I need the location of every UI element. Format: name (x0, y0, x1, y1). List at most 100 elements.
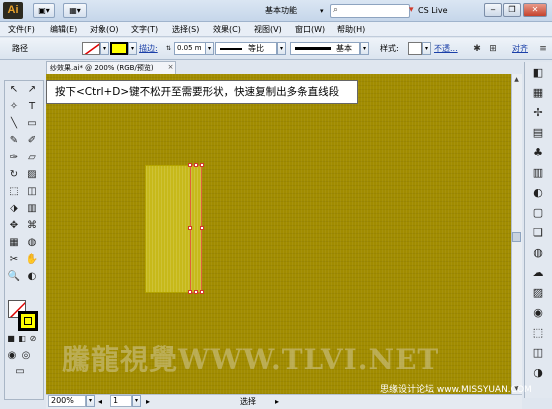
zoom-dropdown[interactable]: ▾ (86, 395, 95, 407)
type-tool-icon[interactable]: T (24, 99, 40, 115)
prev-artboard-icon[interactable]: ◂ (98, 395, 102, 408)
fill-dropdown[interactable]: ▾ (100, 42, 109, 55)
perspective-grid-tool-icon[interactable]: ▥ (24, 201, 40, 217)
minimize-button[interactable]: ‒ (484, 3, 502, 17)
mesh-tool-icon[interactable]: ▦ (6, 235, 22, 251)
color-panel-icon[interactable]: ◧ (528, 64, 548, 81)
selection-handle[interactable] (188, 163, 192, 167)
workspace-switcher-label[interactable]: 基本功能 (265, 4, 320, 18)
selection-handle[interactable] (194, 290, 198, 294)
menu-effect[interactable]: 效果(C) (213, 24, 241, 36)
artboards-panel-icon[interactable]: ▢ (528, 204, 548, 221)
links-panel-icon[interactable]: ❏ (528, 224, 548, 241)
navigator-panel-icon[interactable]: ◑ (528, 364, 548, 381)
draw-behind-icon[interactable]: ◎ (20, 350, 32, 362)
selection-handle[interactable] (200, 163, 204, 167)
zoom-input[interactable]: 200% (48, 395, 86, 407)
blend-tool-icon[interactable]: ◐ (24, 269, 40, 285)
width-tool-icon[interactable]: ⬚ (6, 184, 22, 200)
selection-handle[interactable] (200, 290, 204, 294)
transform-icon[interactable]: ⊞ (486, 42, 500, 56)
magic-wand-tool-icon[interactable]: ✧ (6, 99, 22, 115)
selection-handle[interactable] (194, 163, 198, 167)
menu-help[interactable]: 帮助(H) (337, 24, 365, 36)
recolor-artwork-icon[interactable]: ✱ (470, 42, 484, 56)
menu-edit[interactable]: 编辑(E) (50, 24, 77, 36)
menu-file[interactable]: 文件(F) (8, 24, 35, 36)
pen-tool-icon[interactable]: ✎ (6, 133, 22, 149)
swatches-panel-icon[interactable]: ▦ (528, 84, 548, 101)
screen-mode-icon[interactable]: ▭ (12, 366, 28, 378)
eraser-tool-icon[interactable]: ▱ (24, 150, 40, 166)
menu-type[interactable]: 文字(T) (131, 24, 158, 36)
status-arrow-icon[interactable]: ▸ (275, 395, 279, 408)
gradient-mode-icon[interactable]: ◧ (17, 334, 27, 344)
brush-definition[interactable]: 基本 (290, 42, 360, 55)
artboard-dropdown[interactable]: ▾ (132, 395, 141, 407)
direct-selection-tool-icon[interactable]: ↗ (24, 82, 40, 98)
scissors-tool-icon[interactable]: ✂ (6, 252, 22, 268)
stroke-stepper[interactable]: ⇅ (166, 42, 173, 55)
style-dropdown[interactable]: ▾ (422, 42, 431, 55)
warp-tool-icon[interactable]: ◫ (24, 184, 40, 200)
scroll-up-icon[interactable]: ▲ (512, 75, 521, 84)
document-tab[interactable]: 纱效果.ai* @ 200% (RGB/预览) (46, 61, 176, 74)
selection-handle[interactable] (188, 226, 192, 230)
selection-tool-icon[interactable]: ↖ (6, 82, 22, 98)
gradient-tool-icon[interactable]: ◍ (24, 235, 40, 251)
transparency-panel-icon[interactable]: ◍ (528, 244, 548, 261)
shape-builder-tool-icon[interactable]: ⬗ (6, 201, 22, 217)
stroke-panel-icon[interactable]: ☁ (528, 264, 548, 281)
selection-handle[interactable] (188, 290, 192, 294)
close-button[interactable]: ✕ (523, 3, 547, 17)
symbol-sprayer-tool-icon[interactable]: ✥ (6, 218, 22, 234)
fill-swatch[interactable] (82, 42, 100, 55)
menu-view[interactable]: 视图(V) (254, 24, 282, 36)
restore-button[interactable]: ❐ (503, 3, 521, 17)
bridge-button[interactable]: ▣▾ (33, 3, 55, 18)
gradient-panel-icon[interactable]: ▨ (528, 284, 548, 301)
graph-tool-icon[interactable]: ⌘ (24, 218, 40, 234)
draw-normal-icon[interactable]: ◉ (6, 350, 18, 362)
close-icon[interactable]: × (166, 62, 175, 72)
hand-tool-icon[interactable]: ✋ (24, 252, 40, 268)
opacity-link[interactable]: 不透... (434, 42, 458, 56)
stroke-color-box[interactable] (18, 311, 38, 331)
symbols-panel-icon[interactable]: ▤ (528, 124, 548, 141)
stroke-swatch[interactable] (110, 42, 128, 55)
stroke-dropdown[interactable]: ▾ (128, 42, 137, 55)
transform-panel-icon[interactable]: ◫ (528, 344, 548, 361)
profile-dropdown[interactable]: ▾ (277, 42, 286, 55)
rectangle-tool-icon[interactable]: ▭ (24, 116, 40, 132)
artboard-number-input[interactable]: 1 (110, 395, 132, 407)
menu-window[interactable]: 窗口(W) (295, 24, 325, 36)
pathfinder-panel-icon[interactable]: ⬚ (528, 324, 548, 341)
next-artboard-icon[interactable]: ▸ (146, 395, 150, 408)
zoom-tool-icon[interactable]: 🔍 (6, 269, 22, 285)
layers-panel-icon[interactable]: ◐ (528, 184, 548, 201)
scrollbar-thumb[interactable] (512, 232, 521, 242)
paintbrush-tool-icon[interactable]: ✑ (6, 150, 22, 166)
scale-tool-icon[interactable]: ▨ (24, 167, 40, 183)
rotate-tool-icon[interactable]: ↻ (6, 167, 22, 183)
graphic-style-swatch[interactable] (408, 42, 422, 55)
yarn-rectangle-shape[interactable] (145, 165, 191, 293)
pencil-tool-icon[interactable]: ✐ (24, 133, 40, 149)
arrange-documents-button[interactable]: ▦▾ (63, 3, 87, 18)
line-segment-tool-icon[interactable]: ╲ (6, 116, 22, 132)
panel-menu-icon[interactable]: ≡ (536, 42, 550, 56)
stroke-label[interactable]: 描边: (139, 42, 158, 56)
color-mode-icon[interactable]: ■ (6, 334, 16, 344)
align-link[interactable]: 对齐 (512, 42, 528, 56)
stroke-weight-input[interactable]: 0.05 m (174, 42, 206, 55)
cs-live-button[interactable]: CS Live (418, 4, 466, 18)
menu-select[interactable]: 选择(S) (172, 24, 199, 36)
appearance-panel-icon[interactable]: ▥ (528, 164, 548, 181)
brush-dropdown[interactable]: ▾ (360, 42, 369, 55)
menu-object[interactable]: 对象(O) (90, 24, 119, 36)
graphic-styles-panel-icon[interactable]: ♣ (528, 144, 548, 161)
brushes-panel-icon[interactable]: ✢ (528, 104, 548, 121)
align-panel-icon[interactable]: ◉ (528, 304, 548, 321)
none-mode-icon[interactable]: ⊘ (28, 334, 38, 344)
chevron-down-icon[interactable]: ▾ (320, 4, 330, 18)
